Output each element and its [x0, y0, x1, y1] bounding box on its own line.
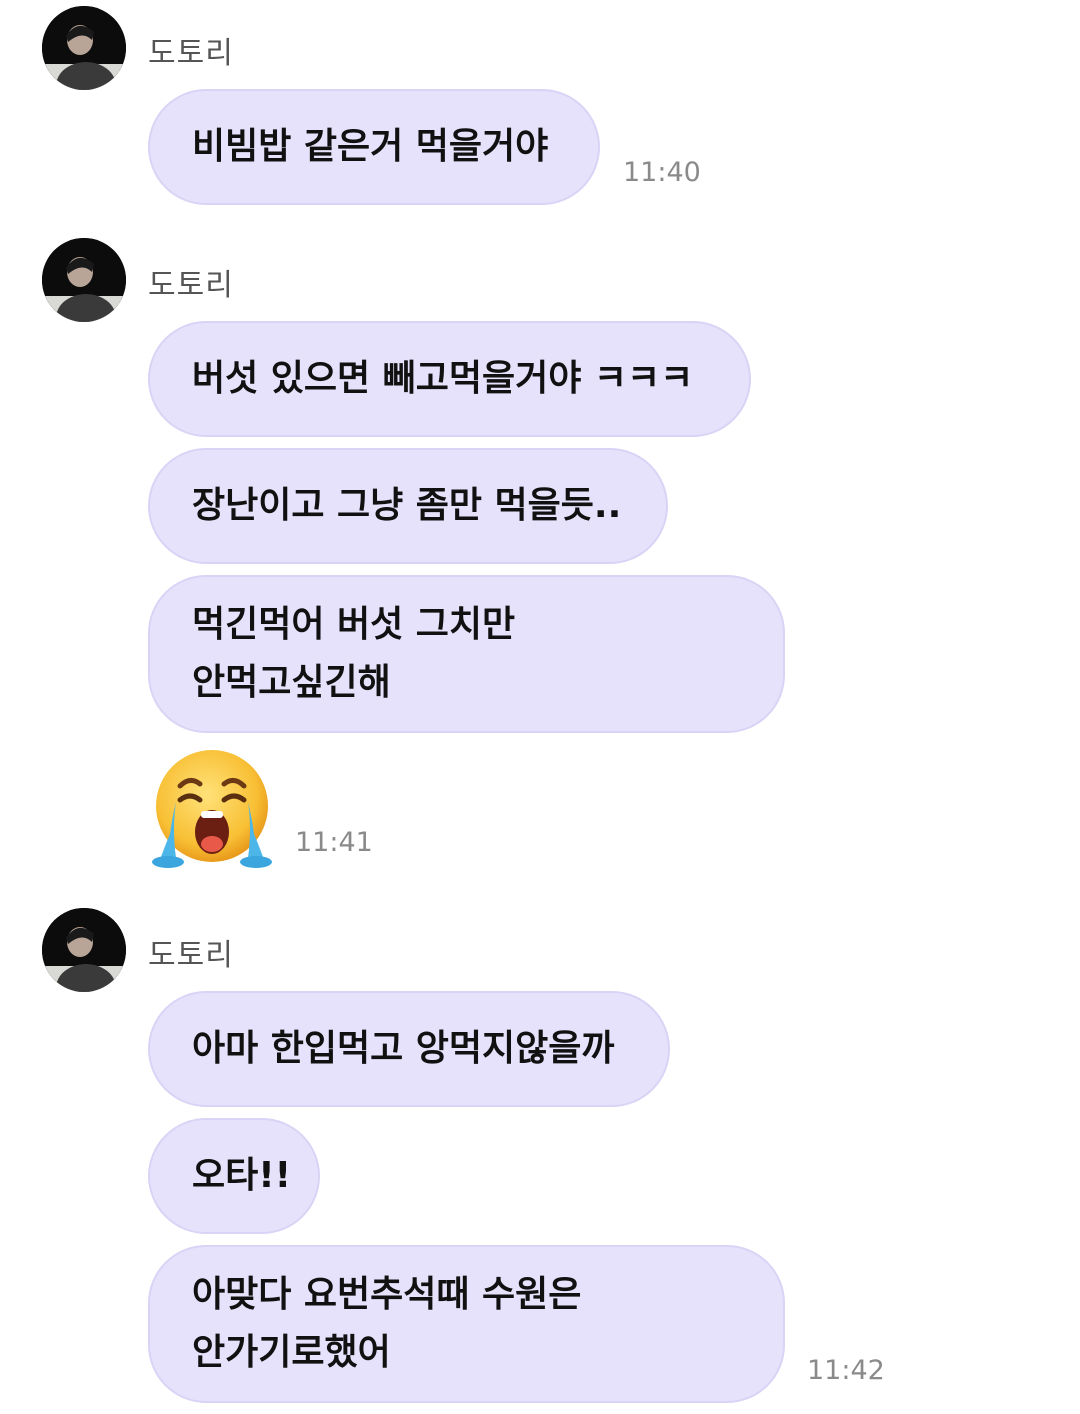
message-bubble[interactable]: 먹긴먹어 버섯 그치만 안먹고싶긴해 [148, 575, 785, 733]
avatar[interactable] [42, 908, 126, 992]
sender-name: 도토리 [148, 268, 234, 303]
message-text: 아마 한입먹고 앙먹지않을까 [192, 1028, 615, 1069]
message-text: 버섯 있으면 빼고먹을거야 ㅋㅋㅋ [192, 358, 694, 399]
profile-photo-icon [42, 6, 126, 90]
message-text-line: 먹긴먹어 버섯 그치만 [192, 604, 516, 645]
message-time: 11:41 [295, 827, 373, 858]
profile-photo-icon [42, 238, 126, 322]
message-text-line: 아맞다 요번추석때 수원은 [192, 1274, 582, 1315]
profile-photo-icon [42, 908, 126, 992]
message-bubble[interactable]: 오타!! [148, 1118, 320, 1234]
message-text: 비빔밥 같은거 먹을거야 [192, 126, 549, 167]
message-text-line: 안먹고싶긴해 [192, 662, 391, 703]
message-text: 오타!! [192, 1155, 292, 1196]
message-bubble[interactable]: 비빔밥 같은거 먹을거야 [148, 89, 600, 205]
message-time: 11:42 [807, 1355, 885, 1386]
message-bubble[interactable]: 장난이고 그냥 좀만 먹을듯.. [148, 448, 668, 564]
avatar[interactable] [42, 6, 126, 90]
sender-name: 도토리 [148, 36, 234, 71]
loudly-crying-face-emoji[interactable] [150, 748, 274, 872]
chat-view: 도토리 비빔밥 같은거 먹을거야 11:40 도토리 버섯 있으면 빼고먹을거야… [0, 0, 1080, 1414]
message-text-line: 안가기로했어 [192, 1332, 391, 1373]
sender-name: 도토리 [148, 938, 234, 973]
message-bubble[interactable]: 아마 한입먹고 앙먹지않을까 [148, 991, 670, 1107]
message-bubble[interactable]: 아맞다 요번추석때 수원은 안가기로했어 [148, 1245, 785, 1403]
message-time: 11:40 [623, 157, 701, 188]
avatar[interactable] [42, 238, 126, 322]
message-bubble[interactable]: 버섯 있으면 빼고먹을거야 ㅋㅋㅋ [148, 321, 751, 437]
message-text: 장난이고 그냥 좀만 먹을듯.. [192, 485, 622, 526]
crying-emoji-icon [152, 750, 272, 868]
